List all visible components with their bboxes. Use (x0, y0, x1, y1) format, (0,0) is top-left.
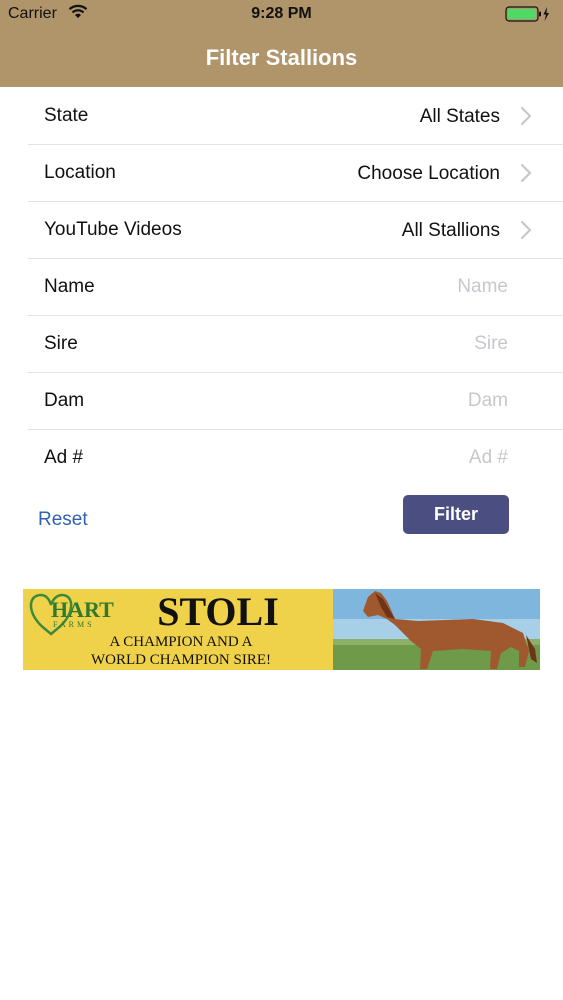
ad-number-label: Ad # (44, 447, 84, 468)
nav-bar: Filter Stallions (0, 30, 563, 87)
chevron-right-icon (516, 105, 536, 127)
youtube-videos-label: YouTube Videos (44, 219, 182, 240)
sire-row: Sire (28, 316, 563, 373)
name-label: Name (44, 276, 95, 297)
chevron-right-icon (516, 162, 536, 184)
dam-input[interactable] (308, 388, 508, 414)
logo-text: HART (51, 597, 114, 622)
battery-charging-icon (505, 5, 551, 28)
youtube-videos-value: All Stallions (401, 220, 500, 241)
dam-row: Dam (28, 373, 563, 430)
youtube-videos-row[interactable]: YouTube Videos All Stallions (28, 202, 563, 259)
filter-list: State All States Location Choose Locatio… (0, 88, 563, 486)
reset-button[interactable]: Reset (38, 509, 88, 531)
location-value: Choose Location (357, 163, 500, 184)
location-row[interactable]: Location Choose Location (28, 145, 563, 202)
sire-input[interactable] (308, 331, 508, 357)
logo-subtext: FARMS (53, 620, 95, 629)
status-time: 9:28 PM (251, 5, 312, 22)
filter-button[interactable]: Filter (403, 495, 509, 534)
ad-number-row: Ad # (28, 430, 563, 486)
ad-number-input[interactable] (308, 445, 508, 471)
state-label: State (44, 105, 89, 126)
ad-line-2: WORLD CHAMPION SIRE! (91, 652, 271, 668)
name-row: Name (28, 259, 563, 316)
ad-banner-graphic: HART FARMS STOLI A CHAMPION AND A WORLD … (23, 589, 540, 670)
state-value: All States (419, 106, 500, 127)
ad-line-1: A CHAMPION AND A (110, 634, 253, 650)
chevron-right-icon (516, 219, 536, 241)
name-input[interactable] (308, 274, 508, 300)
ad-headline: STOLI (157, 589, 279, 634)
dam-label: Dam (44, 390, 85, 411)
status-bar: Carrier 9:28 PM (0, 0, 563, 30)
ad-banner[interactable]: HART FARMS STOLI A CHAMPION AND A WORLD … (23, 589, 540, 670)
state-row[interactable]: State All States (28, 88, 563, 145)
location-label: Location (44, 162, 116, 183)
page-title: Filter Stallions (205, 45, 358, 70)
sire-label: Sire (44, 333, 78, 354)
